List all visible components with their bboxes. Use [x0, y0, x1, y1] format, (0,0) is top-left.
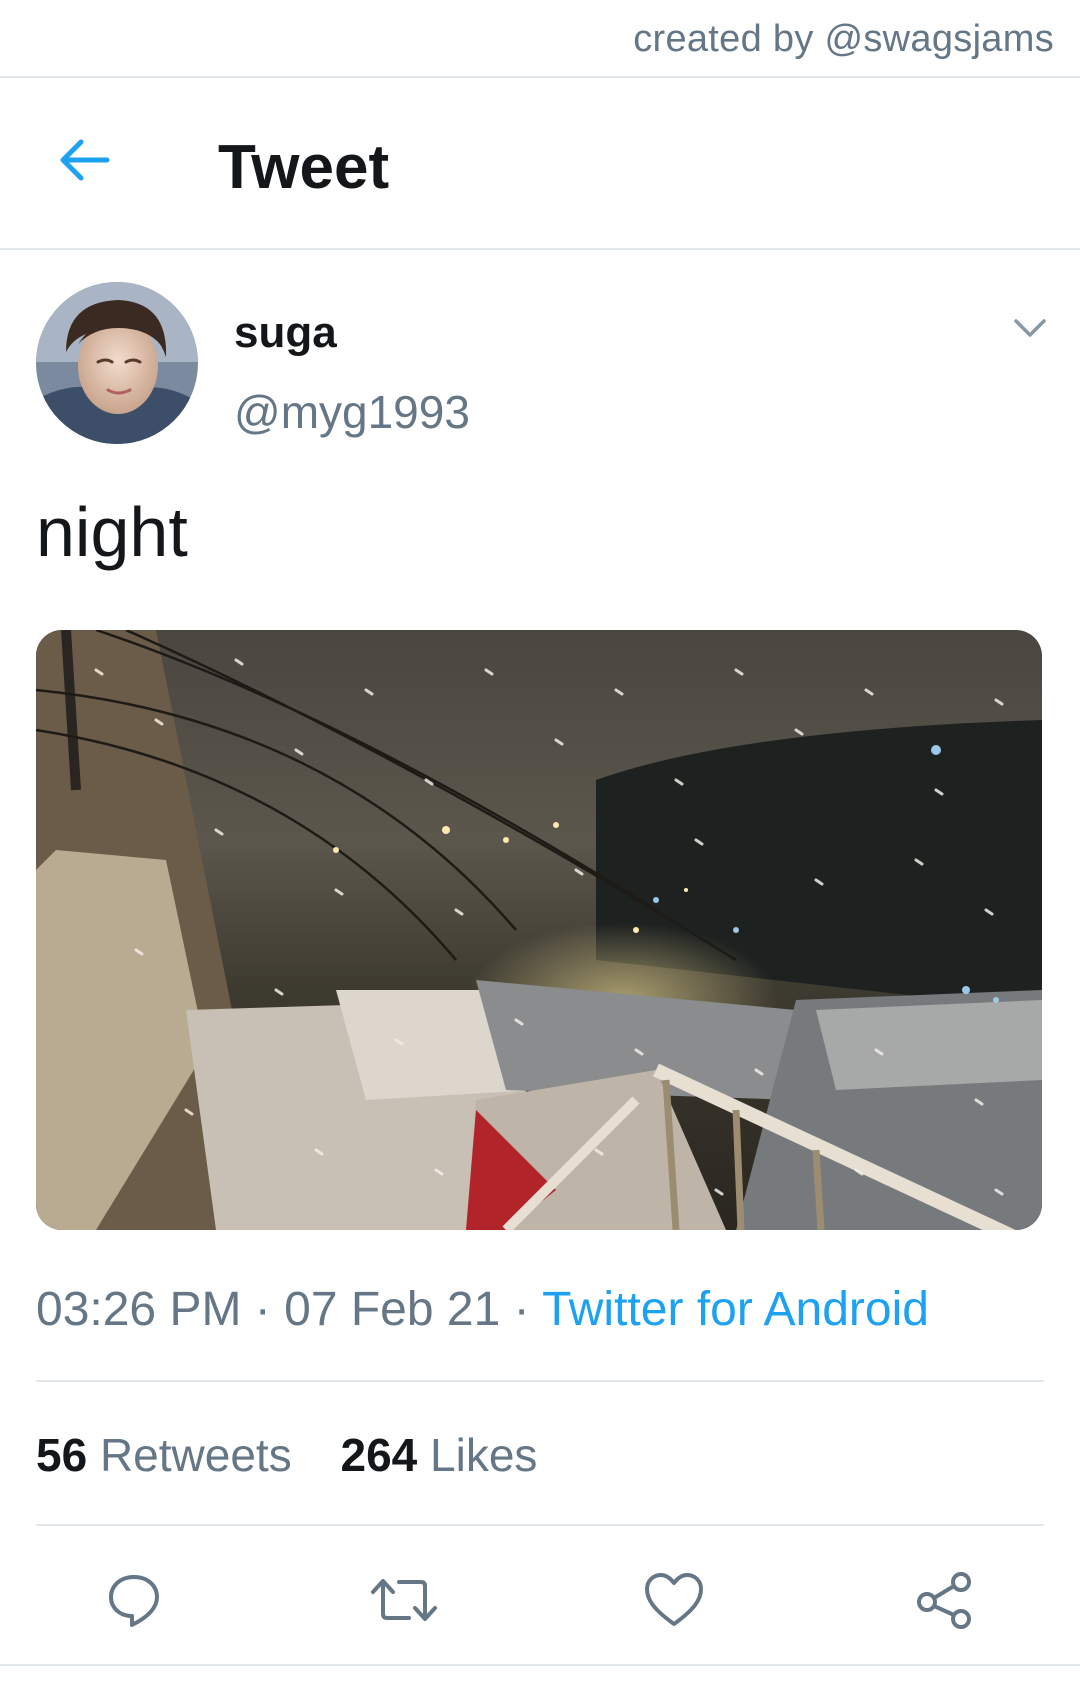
action-bar	[0, 1560, 1080, 1670]
tweet-menu-button[interactable]	[1010, 308, 1050, 348]
tweet-time: 03:26 PM	[36, 1283, 242, 1336]
tweet-meta: 03:26 PM · 07 Feb 21 · Twitter for Andro…	[36, 1282, 929, 1337]
credit-bar: created by @swagsjams	[0, 0, 1080, 78]
divider	[0, 1664, 1080, 1666]
page-title: Tweet	[218, 133, 390, 202]
meta-separator: ·	[513, 1283, 530, 1336]
user-handle[interactable]: @myg1993	[234, 385, 470, 439]
reply-button[interactable]	[94, 1560, 174, 1640]
tweet-stats: 56 Retweets 264 Likes	[36, 1428, 573, 1482]
retweets-stat[interactable]: 56 Retweets	[36, 1428, 292, 1482]
likes-label: Likes	[430, 1429, 538, 1481]
arrow-left-icon	[60, 139, 110, 181]
reply-icon	[109, 1575, 159, 1627]
avatar[interactable]	[36, 282, 198, 444]
likes-stat[interactable]: 264 Likes	[340, 1428, 537, 1482]
divider	[36, 1380, 1044, 1382]
credit-text: created by @swagsjams	[633, 18, 1054, 60]
retweets-label: Retweets	[99, 1429, 292, 1481]
tweet-source-link[interactable]: Twitter for Android	[542, 1283, 929, 1336]
share-icon	[917, 1572, 971, 1629]
retweets-count: 56	[36, 1429, 88, 1481]
tweet-date: 07 Feb 21	[284, 1283, 501, 1336]
back-button[interactable]	[52, 128, 116, 192]
meta-separator: ·	[254, 1283, 271, 1336]
like-button[interactable]	[634, 1560, 714, 1640]
retweet-icon	[371, 1579, 437, 1621]
tweet-text: night	[36, 493, 188, 571]
header: Tweet	[0, 78, 1080, 250]
heart-icon	[645, 1573, 703, 1626]
tweet-media-photo[interactable]	[36, 630, 1042, 1230]
likes-count: 264	[340, 1429, 418, 1481]
retweet-button[interactable]	[364, 1560, 444, 1640]
divider	[36, 1524, 1044, 1526]
chevron-down-icon	[1014, 319, 1046, 337]
display-name[interactable]: suga	[234, 308, 337, 358]
share-button[interactable]	[904, 1560, 984, 1640]
